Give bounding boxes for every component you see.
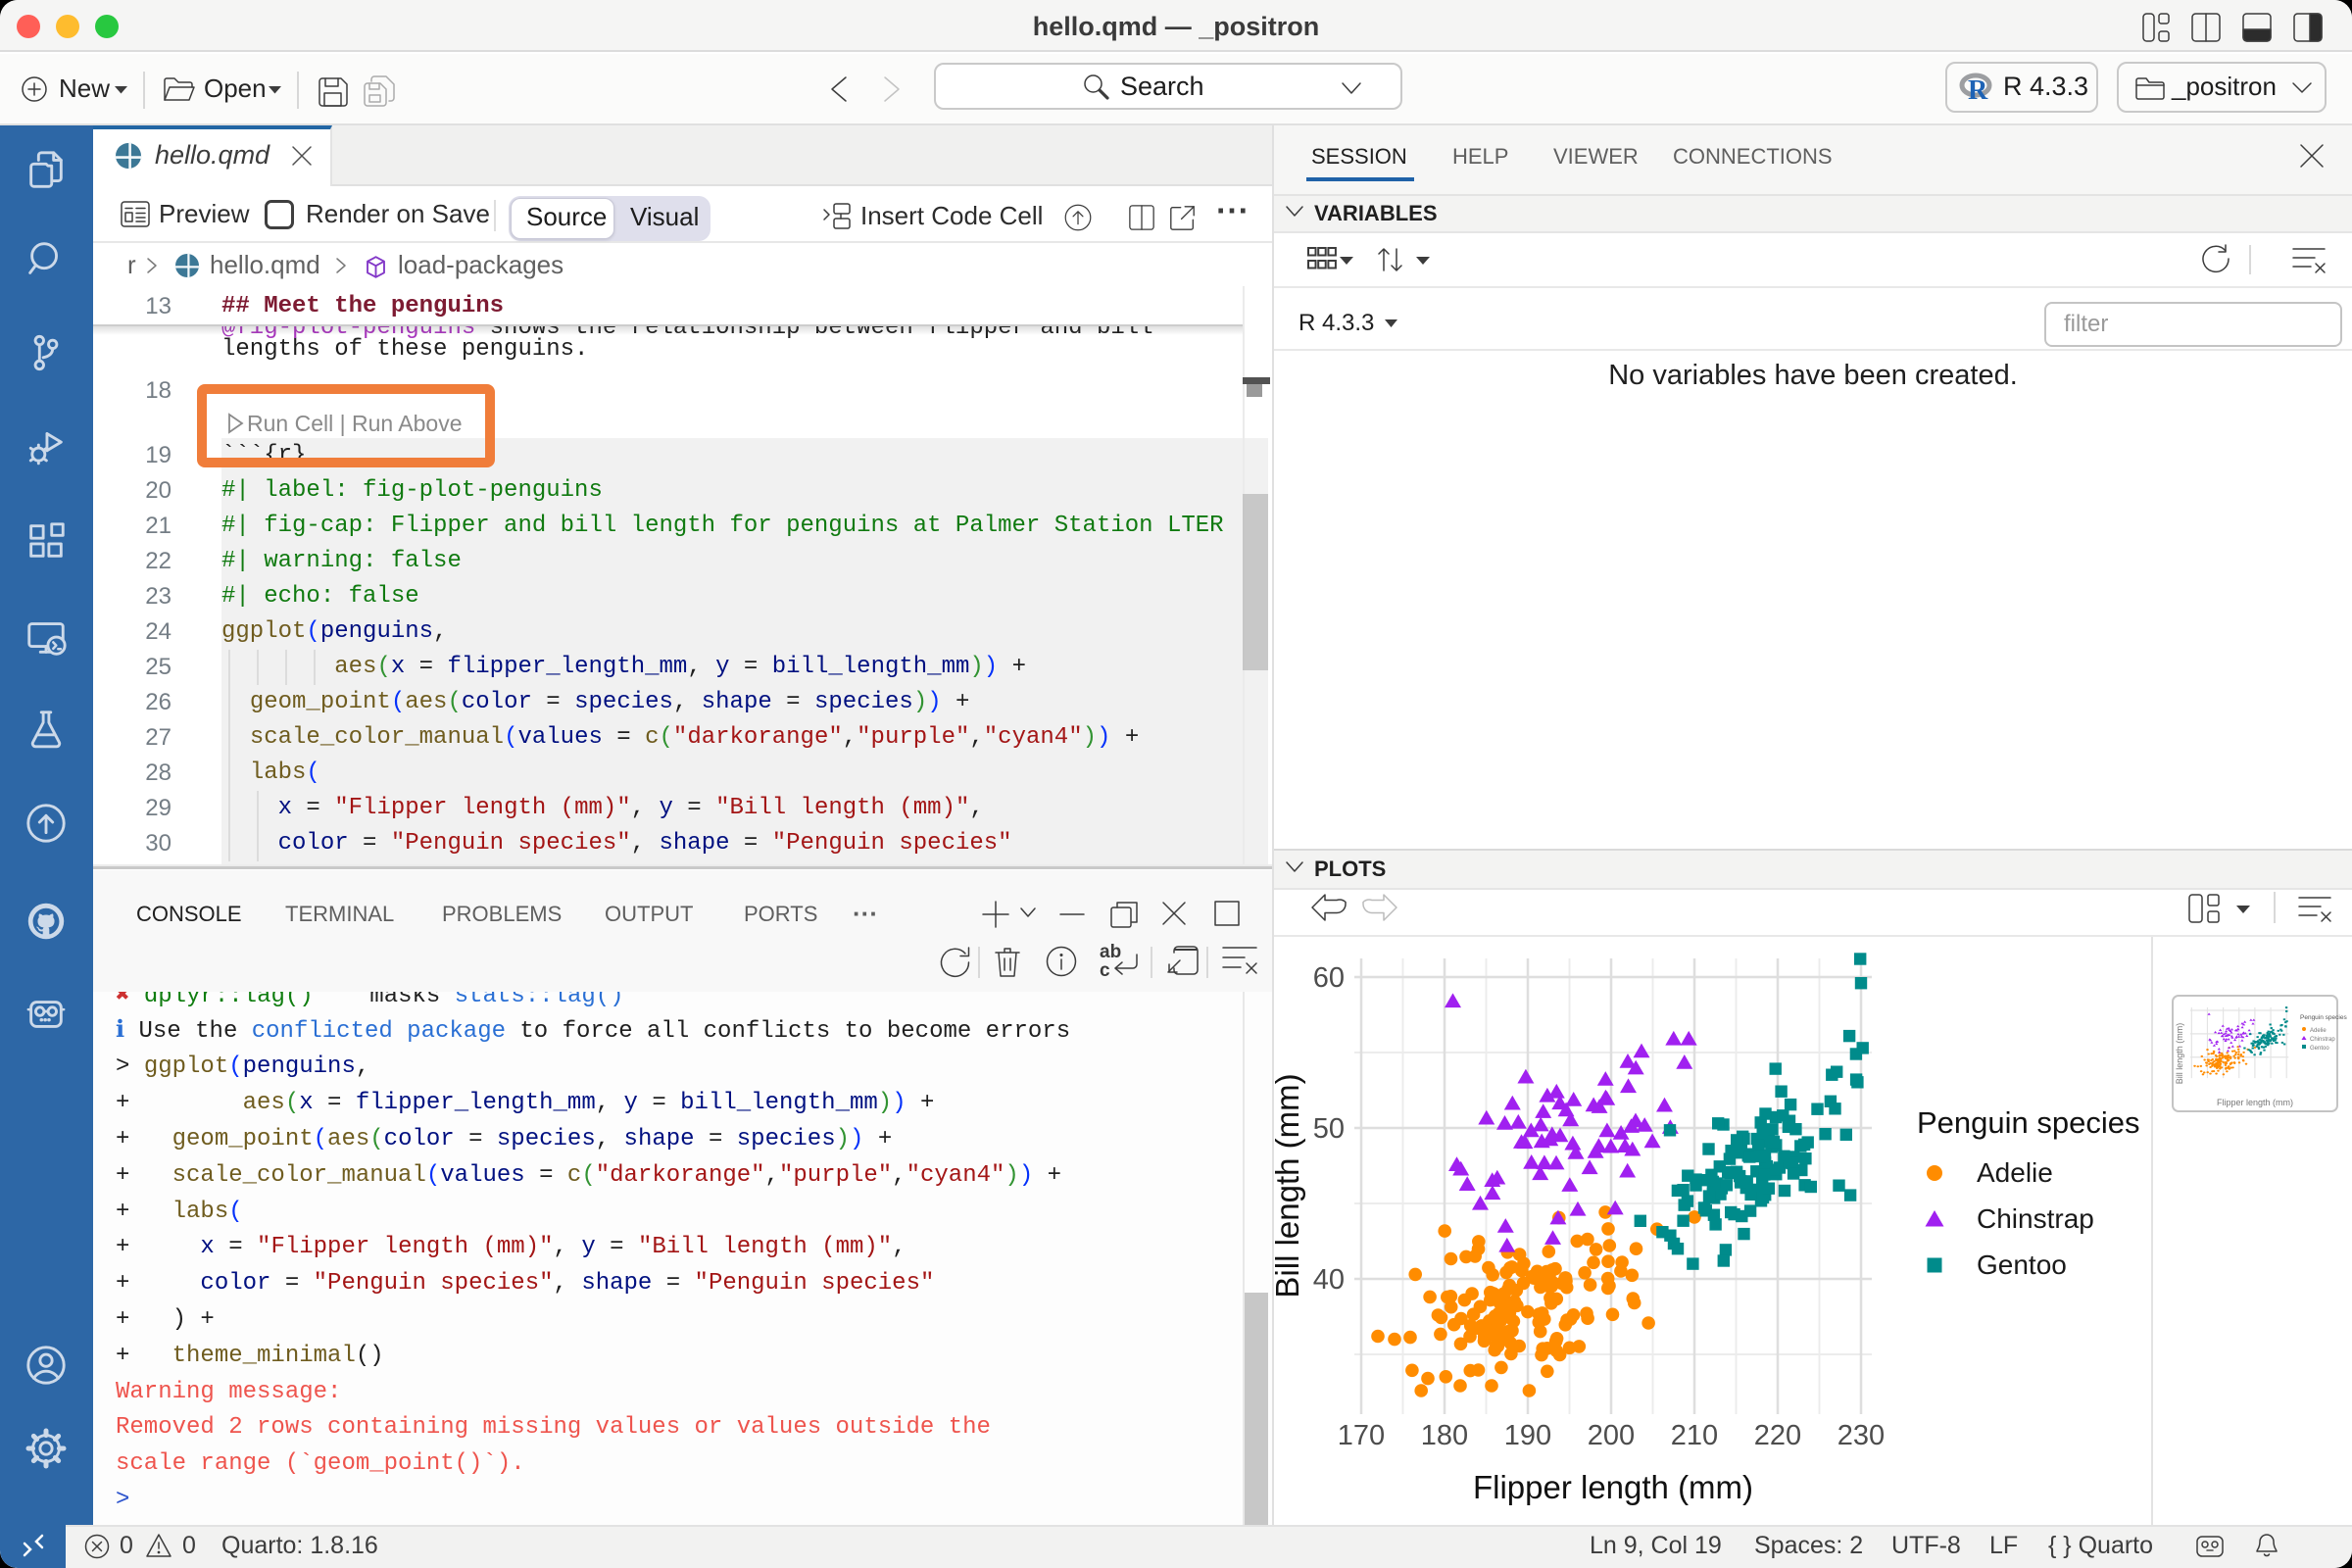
svg-text:Bill length (mm): Bill length (mm) (2175, 1023, 2184, 1085)
svg-text:60: 60 (1313, 962, 1345, 994)
svg-text:Gentoo: Gentoo (1977, 1250, 2067, 1280)
svg-text:R: R (1968, 75, 1988, 106)
svg-text:200: 200 (1588, 1420, 1635, 1451)
svg-text:50: 50 (1313, 1113, 1345, 1145)
svg-text:Adelie: Adelie (2310, 1028, 2327, 1034)
svg-text:Chinstrap: Chinstrap (1977, 1203, 2094, 1234)
svg-text:Adelie: Adelie (1977, 1157, 2053, 1188)
svg-text:170: 170 (1338, 1420, 1385, 1451)
svg-text:Penguin species: Penguin species (2300, 1014, 2347, 1021)
svg-text:220: 220 (1754, 1420, 1801, 1451)
svg-text:40: 40 (1313, 1264, 1345, 1296)
svg-text:Flipper length (mm): Flipper length (mm) (1473, 1469, 1753, 1505)
svg-text:Bill length (mm): Bill length (mm) (1269, 1073, 1305, 1298)
svg-text:230: 230 (1838, 1420, 1885, 1451)
svg-text:Chinstrap: Chinstrap (2310, 1037, 2335, 1043)
svg-text:180: 180 (1421, 1420, 1468, 1451)
svg-text:210: 210 (1671, 1420, 1718, 1451)
svg-text:Penguin species: Penguin species (1917, 1105, 2140, 1140)
svg-text:ab: ab (1100, 942, 1121, 962)
svg-text:190: 190 (1504, 1420, 1551, 1451)
svg-text:c: c (1100, 960, 1110, 981)
svg-text:Flipper length (mm): Flipper length (mm) (2217, 1098, 2293, 1107)
svg-text:Gentoo: Gentoo (2310, 1046, 2329, 1052)
